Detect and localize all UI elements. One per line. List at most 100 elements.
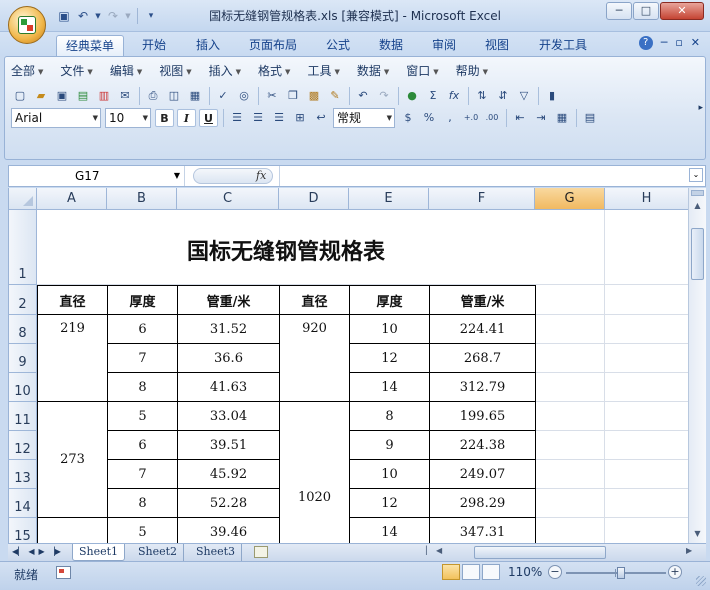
format-painter-icon[interactable]: ✎ [326,87,344,105]
menu-window[interactable]: 窗口 ▼ [406,62,438,80]
weight-cell[interactable]: 52.28 [177,488,280,518]
align-right-icon[interactable]: ☰ [270,109,288,127]
tab-insert[interactable]: 插入 [187,35,229,56]
close-button[interactable]: ✕ [660,2,704,20]
header-cell[interactable]: 管重/米 [177,285,280,315]
undo-icon[interactable]: ↶ [354,87,372,105]
tab-formulas[interactable]: 公式 [317,35,359,56]
thickness-cell[interactable]: 5 [107,517,178,543]
last-sheet-icon[interactable]: ▕▶ [49,546,61,558]
save-as-icon[interactable]: ▤ [74,87,92,105]
thickness-cell[interactable]: 10 [349,459,430,489]
open-folder-icon[interactable]: ▰ [32,87,50,105]
sheet-tab-sheet2[interactable]: Sheet2 [132,544,185,561]
sheet-tab-sheet1[interactable]: Sheet1 [72,544,126,561]
sort-descending-icon[interactable]: ⇵ [494,87,512,105]
sheet-tab-sheet3[interactable]: Sheet3 [190,544,243,561]
help-icon[interactable]: ? [638,36,653,50]
diameter-cell[interactable]: 1020 [279,401,350,543]
insert-function-icon[interactable]: fx [256,169,266,183]
vertical-scrollbar[interactable]: ▲ ▼ [688,188,706,543]
cell-styles-icon[interactable]: ▤ [581,109,599,127]
vertical-scroll-thumb[interactable] [691,228,704,280]
weight-cell[interactable]: 36.6 [177,343,280,373]
underline-button[interactable]: U [199,109,218,127]
column-header-h[interactable]: H [605,188,688,210]
hyperlink-icon[interactable]: ● [403,87,421,105]
column-header-b[interactable]: B [107,188,177,210]
header-cell[interactable]: 直径 [279,285,350,315]
macro-record-icon[interactable] [56,566,71,579]
header-cell[interactable]: 管重/米 [429,285,536,315]
zoom-in-icon[interactable]: + [668,565,682,579]
header-cell[interactable]: 直径 [37,285,108,315]
column-header-a[interactable]: A [37,188,107,210]
header-cell[interactable]: 厚度 [349,285,430,315]
thickness-cell[interactable]: 8 [107,488,178,518]
minimize-button[interactable]: ─ [606,2,632,20]
scroll-down-icon[interactable]: ▼ [690,526,705,542]
wrap-text-icon[interactable]: ↩ [312,109,330,127]
chart-icon[interactable]: ▮ [543,87,561,105]
scroll-right-icon[interactable]: ▶ [686,546,692,555]
align-center-icon[interactable]: ☰ [249,109,267,127]
thickness-cell[interactable]: 8 [349,401,430,431]
menu-help[interactable]: 帮助 ▼ [456,62,488,80]
mail-icon[interactable]: ✉ [116,87,134,105]
copy-icon[interactable]: ❐ [284,87,302,105]
zoom-slider-thumb[interactable] [617,567,625,579]
ribbon-close-icon[interactable]: ✕ [691,36,700,50]
sort-ascending-icon[interactable]: ⇅ [473,87,491,105]
menu-all[interactable]: 全部 ▼ [11,62,43,80]
percent-button[interactable]: % [420,109,438,127]
row-header-8[interactable]: 8 [9,315,37,344]
italic-button[interactable]: I [177,109,196,127]
tab-developer[interactable]: 开发工具 [530,35,596,56]
thickness-cell[interactable]: 6 [107,314,178,344]
thickness-cell[interactable]: 12 [349,343,430,373]
align-left-icon[interactable]: ☰ [228,109,246,127]
tab-home[interactable]: 开始 [133,35,175,56]
row-header-1[interactable]: 1 [9,210,37,285]
menu-format[interactable]: 格式 ▼ [258,62,290,80]
column-header-f[interactable]: F [429,188,535,210]
merge-center-icon[interactable]: ⊞ [291,109,309,127]
header-cell[interactable]: 厚度 [107,285,178,315]
redo-icon[interactable]: ↷ [375,87,393,105]
maximize-button[interactable]: □ [633,2,659,20]
tab-data[interactable]: 数据 [370,35,412,56]
weight-cell[interactable]: 33.04 [177,401,280,431]
menu-edit[interactable]: 编辑 ▼ [110,62,142,80]
horizontal-scroll-thumb[interactable] [474,546,606,559]
tab-view[interactable]: 视图 [476,35,518,56]
next-sheet-icon[interactable]: ▶ [38,546,44,558]
weight-cell[interactable]: 39.51 [177,430,280,460]
row-header-9[interactable]: 9 [9,344,37,373]
diameter-cell[interactable]: 920 [279,314,350,402]
weight-cell[interactable]: 249.07 [429,459,536,489]
tab-split-icon[interactable]: ▏ [426,546,432,555]
zoom-slider[interactable] [566,567,666,579]
zoom-out-icon[interactable]: − [548,565,562,579]
row-header-2[interactable]: 2 [9,285,37,315]
first-sheet-icon[interactable]: ◀▏ [12,546,24,558]
weight-cell[interactable]: 224.38 [429,430,536,460]
ribbon-restore-icon[interactable]: ▫ [675,36,682,50]
diameter-cell[interactable]: 219 [37,314,108,402]
column-header-d[interactable]: D [279,188,349,210]
menu-tools[interactable]: 工具 ▼ [307,62,339,80]
print-icon[interactable]: ⎙ [144,87,162,105]
weight-cell[interactable]: 45.92 [177,459,280,489]
menu-data[interactable]: 数据 ▼ [357,62,389,80]
toolbar-overflow-icon[interactable]: ▸ [698,103,703,113]
row-header-15[interactable]: 15 [9,518,37,543]
pdf-icon[interactable]: ▥ [95,87,113,105]
split-box[interactable] [691,190,704,196]
spell-check-icon[interactable]: ✓ [214,87,232,105]
row-header-10[interactable]: 10 [9,373,37,402]
print-preview-icon[interactable]: ◫ [165,87,183,105]
row-header-12[interactable]: 12 [9,431,37,460]
menu-file[interactable]: 文件 ▼ [60,62,92,80]
research-icon[interactable]: ◎ [235,87,253,105]
currency-icon[interactable]: $ [399,109,417,127]
